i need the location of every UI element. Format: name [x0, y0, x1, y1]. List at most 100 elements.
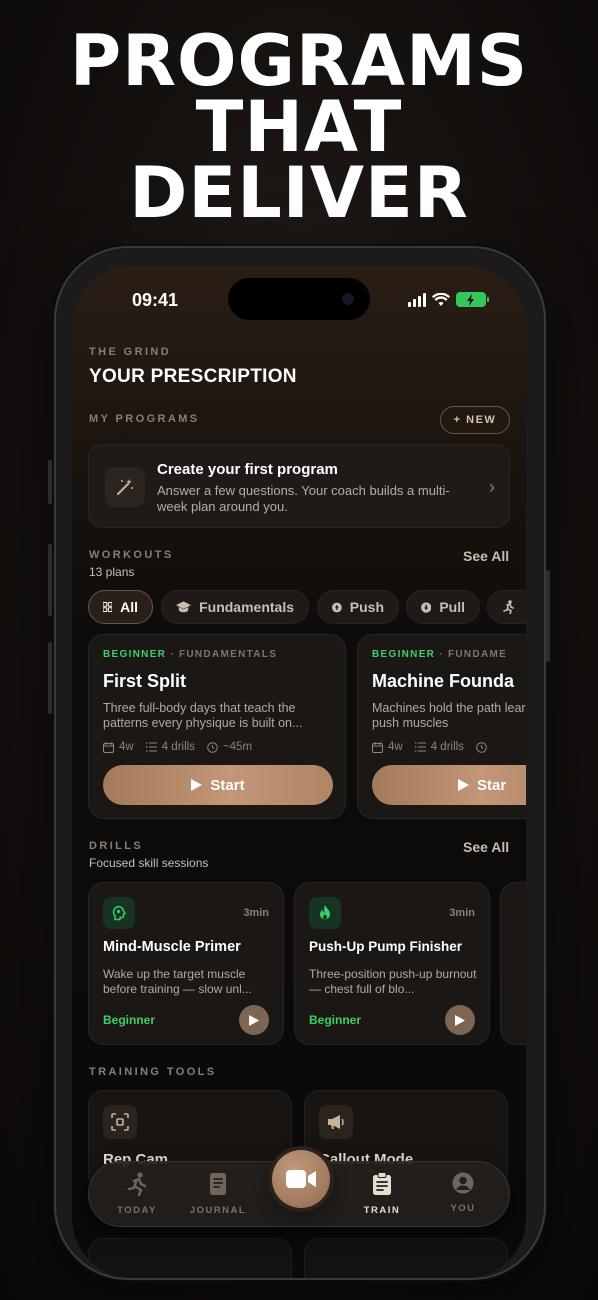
- start-workout-button[interactable]: Start: [103, 765, 333, 805]
- record-video-button[interactable]: [272, 1150, 330, 1208]
- tab-today[interactable]: TODAY: [102, 1172, 172, 1216]
- status-bar: 09:41: [72, 266, 526, 336]
- calendar-icon: [372, 741, 383, 753]
- calendar-icon: [103, 741, 114, 753]
- bottom-tab-bar: TODAY JOURNAL TRAIN YOU: [88, 1150, 510, 1227]
- drill-card[interactable]: 3min Mind-Muscle Primer Wake up the targ…: [88, 882, 284, 1045]
- list-icon: [145, 742, 157, 752]
- drill-card[interactable]: 3min Push-Up Pump Finisher Three-positio…: [294, 882, 490, 1045]
- workouts-label: WORKOUTS: [89, 549, 174, 561]
- phone-volume-down-button: [48, 642, 52, 714]
- list-icon: [414, 742, 426, 752]
- chip-pull[interactable]: Pull: [406, 590, 480, 624]
- workout-card[interactable]: BEGINNER · FUNDAME Machine Founda Machin…: [357, 634, 526, 819]
- promo-headline: PROGRAMS THAT DELIVER: [0, 20, 598, 234]
- headline-line-2: THAT: [195, 86, 403, 168]
- chip-label: Fundamentals: [199, 599, 294, 615]
- drill-card-peek[interactable]: [500, 882, 526, 1045]
- chip-fundamentals[interactable]: Fundamentals: [161, 590, 309, 624]
- tab-label: JOURNAL: [189, 1205, 247, 1216]
- chip-push[interactable]: Push: [317, 590, 399, 624]
- headline-line-1: PROGRAMS: [69, 20, 529, 102]
- header-eyebrow: THE GRIND: [89, 346, 172, 358]
- workout-card[interactable]: BEGINNER · FUNDAMENTALS First Split Thre…: [88, 634, 346, 819]
- play-drill-button[interactable]: [445, 1005, 475, 1035]
- chip-label: Push: [349, 599, 384, 615]
- arrow-up-circle-icon: [332, 602, 342, 612]
- start-workout-button[interactable]: Star: [372, 765, 526, 805]
- chip-cardio[interactable]: [487, 590, 526, 624]
- workout-tag: BEGINNER · FUNDAME: [372, 649, 508, 660]
- status-indicators: [408, 292, 489, 307]
- user-circle-icon: [452, 1172, 474, 1194]
- drills-see-all-link[interactable]: See All: [463, 839, 509, 855]
- page-title: YOUR PRESCRIPTION: [89, 366, 297, 387]
- workout-description: Machines hold the path learn to push mus…: [372, 701, 526, 730]
- workout-duration: ~45m: [222, 741, 253, 753]
- runner-icon: [127, 1172, 147, 1197]
- create-program-description: Answer a few questions. Your coach build…: [157, 483, 450, 514]
- start-label: Star: [477, 776, 507, 794]
- workout-title: Machine Founda: [372, 671, 515, 691]
- phone-power-button: [546, 570, 550, 662]
- workout-drills: 4 drills: [161, 741, 195, 753]
- play-icon: [191, 779, 203, 791]
- workout-title: First Split: [103, 671, 187, 691]
- scan-icon: [103, 1105, 137, 1139]
- drills-subtitle: Focused skill sessions: [89, 856, 209, 870]
- clock-icon: [207, 741, 218, 753]
- chip-label: All: [120, 599, 138, 615]
- workout-category: FUNDAMENTALS: [178, 649, 278, 660]
- drill-duration: 3min: [243, 907, 269, 919]
- phone-action-button: [48, 460, 52, 504]
- workout-filter-chips: All Fundamentals Push Pull: [88, 590, 526, 624]
- dynamic-island: [228, 278, 370, 320]
- phone-volume-up-button: [48, 544, 52, 616]
- new-program-button[interactable]: + NEW: [440, 406, 510, 434]
- clock-icon: [476, 741, 487, 753]
- drill-level: Beginner: [309, 1013, 362, 1027]
- workout-category: FUNDAME: [447, 649, 508, 660]
- tab-label: YOU: [450, 1203, 476, 1214]
- workout-level: BEGINNER: [372, 649, 436, 660]
- runner-icon: [503, 600, 514, 614]
- head-icon: [103, 897, 135, 929]
- tool-card-partial[interactable]: [88, 1238, 292, 1278]
- tab-journal[interactable]: JOURNAL: [183, 1172, 253, 1216]
- journal-icon: [210, 1173, 226, 1195]
- workout-weeks: 4w: [119, 741, 134, 753]
- tab-label: TODAY: [117, 1205, 157, 1216]
- arrow-down-circle-icon: [421, 601, 432, 613]
- chip-all[interactable]: All: [88, 590, 153, 624]
- camera-lens-icon: [342, 293, 354, 305]
- flame-icon: [309, 897, 341, 929]
- video-camera-icon: [286, 1170, 316, 1188]
- app-screen: 09:41 THE GRIND YOUR PRESCRIPTION MY PRO…: [72, 266, 526, 1278]
- workouts-count: 13 plans: [89, 565, 135, 579]
- drill-description: Three-position push-up burnout — chest f…: [309, 967, 477, 996]
- headline-line-3: DELIVER: [129, 152, 469, 234]
- workout-tag: BEGINNER · FUNDAMENTALS: [103, 649, 278, 660]
- drill-description: Wake up the target muscle before trainin…: [103, 967, 252, 996]
- play-icon: [249, 1014, 259, 1026]
- drill-level: Beginner: [103, 1013, 156, 1027]
- play-drill-button[interactable]: [239, 1005, 269, 1035]
- tab-you[interactable]: YOU: [428, 1172, 498, 1214]
- tab-train[interactable]: TRAIN: [347, 1172, 417, 1216]
- workouts-see-all-link[interactable]: See All: [463, 548, 509, 564]
- drill-duration: 3min: [449, 907, 475, 919]
- clipboard-icon: [373, 1172, 391, 1195]
- create-program-card[interactable]: Create your first program Answer a few q…: [88, 444, 510, 528]
- graduation-cap-icon: [176, 601, 192, 613]
- drill-title: Mind-Muscle Primer: [103, 939, 241, 955]
- drills-label: DRILLS: [89, 840, 144, 852]
- signal-icon: [408, 292, 426, 307]
- workout-meta: 4w 4 drills: [372, 741, 487, 753]
- drill-title: Push-Up Pump Finisher: [309, 939, 463, 954]
- workout-description: Three full-body days that teach the patt…: [103, 701, 303, 730]
- tab-label: TRAIN: [363, 1205, 401, 1216]
- tool-card-partial[interactable]: [304, 1238, 508, 1278]
- workout-level: BEGINNER: [103, 649, 167, 660]
- battery-charging-icon: [456, 292, 489, 307]
- training-tools-label: TRAINING TOOLS: [89, 1066, 217, 1078]
